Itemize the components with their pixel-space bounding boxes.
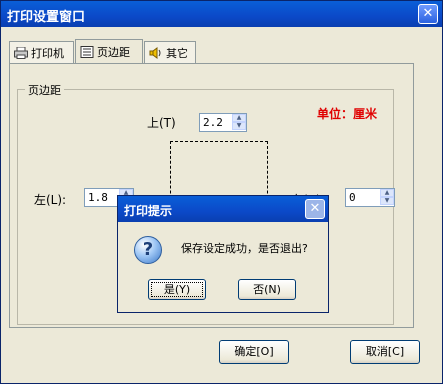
top-margin-value: 2.2	[203, 116, 223, 129]
tab-other[interactable]: 其它	[144, 41, 196, 63]
top-margin-label: 上(T)	[147, 116, 176, 130]
left-margin-label: 左(L):	[34, 193, 67, 207]
tab-other-label: 其它	[166, 46, 188, 60]
tab-printer[interactable]: 打印机	[9, 41, 74, 63]
margins-group-title: 页边距	[25, 82, 64, 98]
spin-up-icon[interactable]: ▲	[380, 189, 394, 197]
print-prompt-dialog: 打印提示 ✕ ? 保存设定成功，是否退出? 是(Y) 否(N)	[117, 195, 329, 313]
close-icon[interactable]: ✕	[418, 4, 438, 24]
speaker-icon	[149, 46, 161, 59]
left-margin-value: 1.8	[88, 191, 108, 204]
no-button[interactable]: 否(N)	[238, 279, 296, 300]
ok-button[interactable]: 确定[O]	[219, 340, 289, 364]
page-icon	[80, 46, 94, 58]
spin-down-icon[interactable]: ▼	[380, 197, 394, 205]
tab-margins[interactable]: 页边距	[75, 39, 143, 64]
dialog-title: 打印提示	[124, 204, 173, 218]
printer-icon	[14, 46, 28, 59]
title-bar: 打印设置窗口 ✕	[1, 1, 442, 27]
unit-label: 单位：厘米	[317, 107, 378, 121]
tab-printer-label: 打印机	[31, 46, 64, 60]
spin-down-icon[interactable]: ▼	[232, 122, 246, 130]
window-title: 打印设置窗口	[7, 10, 86, 25]
yes-button[interactable]: 是(Y)	[148, 279, 206, 300]
right-margin-value: 0	[349, 191, 356, 204]
dialog-message: 保存设定成功，是否退出?	[181, 242, 308, 255]
close-icon[interactable]: ✕	[305, 199, 325, 219]
spin-up-icon[interactable]: ▲	[232, 114, 246, 122]
top-margin-spinner[interactable]: 2.2 ▲ ▼	[199, 113, 247, 132]
right-margin-spinner[interactable]: 0 ▲ ▼	[345, 188, 395, 207]
cancel-button[interactable]: 取消[C]	[350, 340, 420, 364]
tab-margins-label: 页边距	[97, 46, 130, 59]
question-icon: ?	[134, 236, 162, 264]
dialog-title-bar: 打印提示 ✕	[118, 196, 328, 222]
